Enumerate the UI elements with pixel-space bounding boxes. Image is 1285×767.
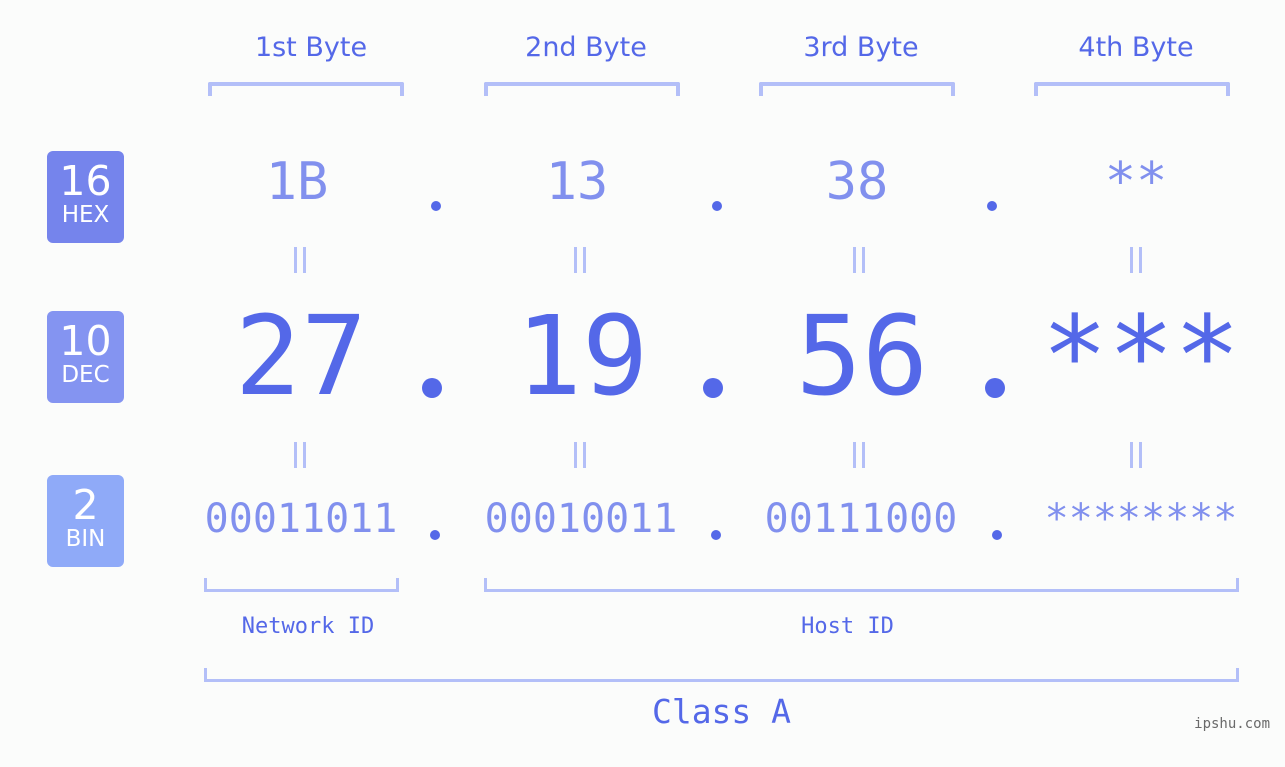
watermark: ipshu.com (1194, 716, 1270, 732)
byte-label-2: 2nd Byte (525, 32, 647, 63)
byte-bracket-3 (759, 82, 955, 96)
bin-dot-2 (711, 530, 721, 540)
hex-dot-2 (712, 201, 722, 211)
bin-badge-label: BIN (65, 526, 106, 552)
hex-byte-4: ** (1104, 152, 1168, 212)
byte-bracket-2 (484, 82, 680, 96)
byte-bracket-1 (208, 82, 404, 96)
bin-byte-4: ******** (1044, 496, 1238, 542)
hex-byte-2: 13 (545, 152, 609, 212)
dec-badge: 10 DEC (47, 311, 124, 403)
dec-dot-1 (422, 378, 442, 398)
equals-sign (570, 247, 590, 273)
bin-dot-1 (430, 530, 440, 540)
equals-sign (1126, 247, 1146, 273)
dec-byte-1: 27 (234, 292, 368, 420)
byte-bracket-4 (1034, 82, 1230, 96)
byte-label-1: 1st Byte (254, 32, 368, 63)
equals-sign (1126, 442, 1146, 468)
class-label: Class A (651, 692, 792, 731)
hex-dot-1 (431, 201, 441, 211)
equals-sign (849, 442, 869, 468)
network-id-label: Network ID (241, 614, 375, 639)
dec-byte-4: *** (1041, 292, 1241, 420)
bin-dot-3 (992, 530, 1002, 540)
equals-sign (290, 442, 310, 468)
network-id-bracket (204, 578, 399, 592)
dec-byte-2: 19 (515, 292, 649, 420)
hex-byte-1: 1B (265, 152, 329, 212)
dec-dot-2 (703, 378, 723, 398)
equals-sign (290, 247, 310, 273)
host-id-bracket (484, 578, 1239, 592)
equals-sign (849, 247, 869, 273)
hex-byte-3: 38 (825, 152, 889, 212)
dec-badge-base: 10 (59, 317, 112, 365)
class-bracket (204, 668, 1239, 682)
dec-byte-3: 56 (795, 292, 929, 420)
hex-badge: 16 HEX (47, 151, 124, 243)
byte-label-3: 3rd Byte (803, 32, 919, 63)
host-id-label: Host ID (801, 614, 894, 639)
bin-badge: 2 BIN (47, 475, 124, 567)
dec-badge-label: DEC (61, 362, 110, 388)
hex-badge-label: HEX (61, 202, 110, 228)
bin-byte-1: 00011011 (204, 496, 398, 542)
bin-badge-base: 2 (72, 481, 99, 529)
equals-sign (570, 442, 590, 468)
hex-dot-3 (987, 201, 997, 211)
byte-label-4: 4th Byte (1078, 32, 1194, 63)
bin-byte-3: 00111000 (764, 496, 958, 542)
bin-byte-2: 00010011 (484, 496, 678, 542)
dec-dot-3 (985, 378, 1005, 398)
hex-badge-base: 16 (59, 157, 112, 205)
